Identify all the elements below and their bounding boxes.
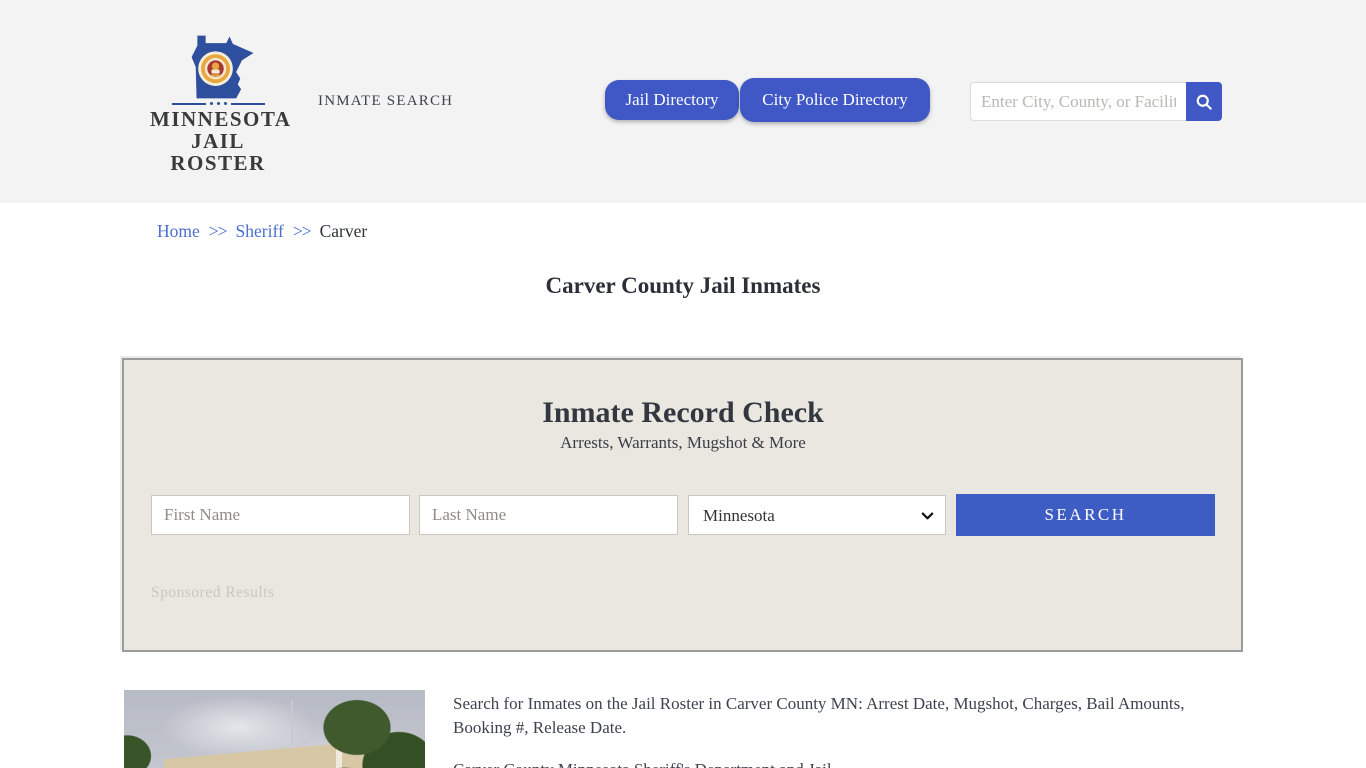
last-name-input[interactable]: [419, 495, 678, 535]
photo-antenna: [291, 700, 293, 746]
jail-building-photo: [124, 690, 425, 768]
facility-search-input[interactable]: [970, 82, 1186, 121]
minnesota-state-icon: [191, 35, 254, 99]
photo-tree-left: [124, 708, 168, 768]
site-logo[interactable]: MINNESOTA JAIL ROSTER: [150, 34, 292, 176]
sponsored-results-label: Sponsored Results: [151, 584, 275, 601]
breadcrumb-sheriff-link[interactable]: Sheriff: [236, 221, 284, 241]
record-check-subheading: Arrests, Warrants, Mugshot & More: [560, 433, 806, 452]
facility-search-button[interactable]: [1186, 82, 1222, 121]
page: MINNESOTA JAIL ROSTER INMATE SEARCH Jail…: [0, 0, 1366, 768]
state-select[interactable]: Minnesota: [689, 496, 945, 534]
breadcrumb-current: Carver: [319, 221, 368, 241]
intro-paragraph: Search for Inmates on the Jail Roster in…: [453, 694, 1185, 738]
logo-text-line1: MINNESOTA: [150, 107, 292, 131]
breadcrumb-separator: >>: [292, 221, 312, 241]
page-title: Carver County Jail Inmates: [545, 273, 821, 298]
jail-directory-button[interactable]: Jail Directory: [605, 80, 739, 120]
breadcrumb-home-link[interactable]: Home: [157, 221, 200, 241]
magnifier-icon: [1196, 94, 1212, 110]
state-select-wrapper: Minnesota: [688, 495, 946, 535]
breadcrumb-separator: >>: [208, 221, 228, 241]
search-button[interactable]: SEARCH: [956, 494, 1215, 536]
first-name-input[interactable]: [151, 495, 410, 535]
photo-tree-right: [321, 690, 425, 768]
breadcrumb: Home >> Sheriff >> Carver: [157, 221, 367, 242]
record-check-heading: Inmate Record Check: [542, 396, 824, 429]
site-header: MINNESOTA JAIL ROSTER INMATE SEARCH Jail…: [0, 0, 1366, 203]
logo-text-line2: JAIL ROSTER: [170, 129, 266, 176]
inmate-search-tagline: INMATE SEARCH: [318, 93, 454, 109]
logo-divider: [159, 102, 277, 105]
second-paragraph: Carver County Minnesota Sheriff's Depart…: [453, 758, 1237, 768]
city-police-directory-button[interactable]: City Police Directory: [740, 78, 930, 122]
